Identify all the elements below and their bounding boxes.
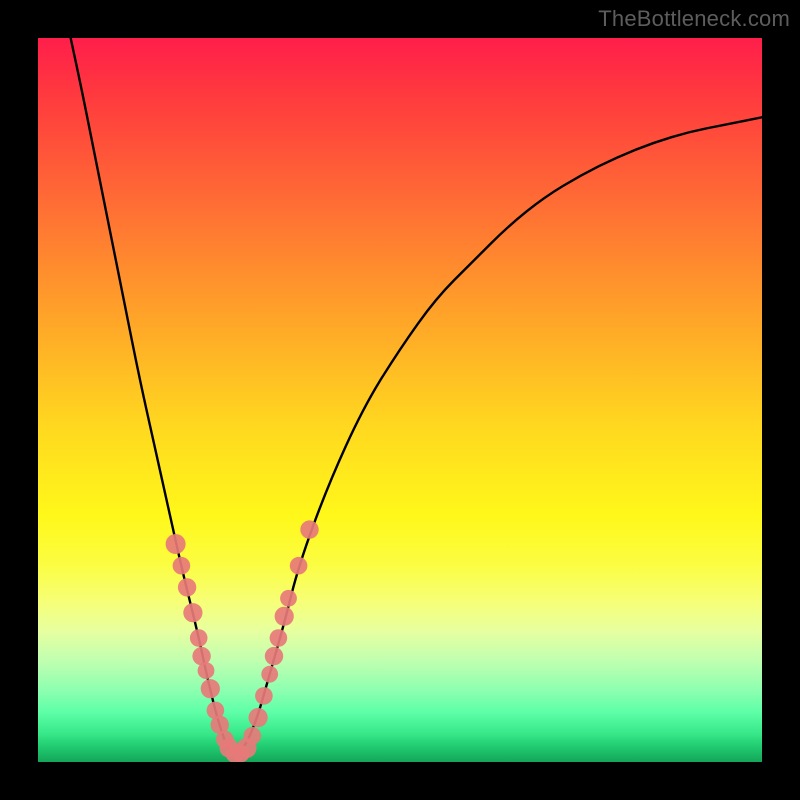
chart-frame: TheBottleneck.com	[0, 0, 800, 800]
marker-dot	[275, 607, 294, 626]
marker-group	[166, 520, 319, 762]
marker-dot	[173, 557, 191, 575]
marker-dot	[270, 629, 288, 647]
marker-dot	[265, 647, 283, 665]
marker-dot	[290, 557, 308, 575]
marker-dot	[178, 578, 196, 596]
bottleneck-curve	[71, 38, 762, 754]
marker-dot	[261, 666, 278, 683]
marker-dot	[183, 603, 202, 622]
marker-dot	[166, 534, 186, 554]
marker-dot	[244, 727, 262, 745]
marker-dot	[280, 590, 297, 607]
chart-svg	[38, 38, 762, 762]
marker-dot	[198, 662, 215, 679]
marker-dot	[300, 520, 318, 538]
plot-area	[38, 38, 762, 762]
marker-dot	[255, 687, 273, 705]
marker-dot	[201, 679, 220, 698]
curve-group	[71, 38, 762, 754]
watermark-text: TheBottleneck.com	[598, 6, 790, 32]
marker-dot	[190, 629, 208, 647]
marker-dot	[249, 708, 268, 727]
